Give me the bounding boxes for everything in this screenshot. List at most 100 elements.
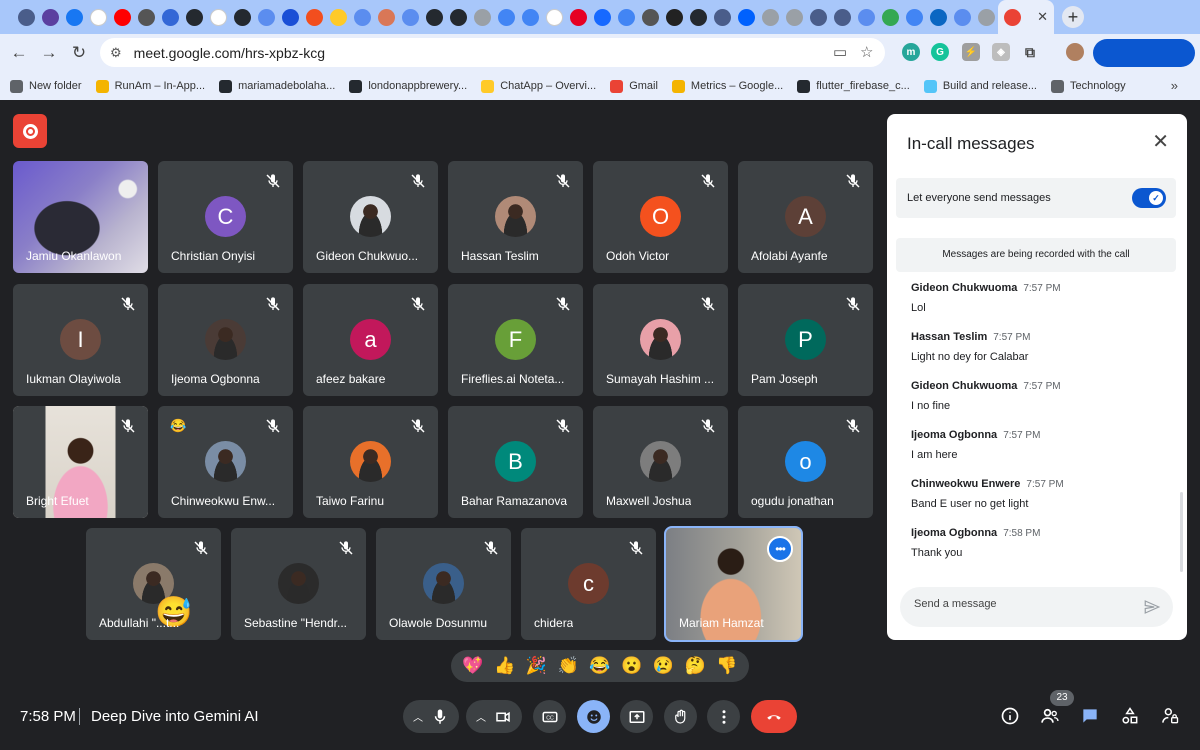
extension-flash-icon[interactable]: ⚡ [962,43,980,61]
bookmark-star-icon[interactable]: ☆ [860,43,873,61]
browser-tab[interactable] [446,0,470,34]
participant-tile[interactable]: A Afolabi Ayanfe [738,161,873,273]
reaction-button[interactable]: 💖 [462,656,483,676]
reaction-button[interactable]: 🤔 [685,656,706,676]
message-input[interactable] [914,598,1134,610]
bookmark-item[interactable]: mariamadebolaha... [219,79,335,93]
browser-tab[interactable] [350,0,374,34]
reaction-button[interactable]: 👏 [558,656,579,676]
more-horiz-icon[interactable]: ••• [767,536,793,562]
browser-tab[interactable] [806,0,830,34]
reaction-button[interactable]: 👍 [494,656,515,676]
browser-tab[interactable] [830,0,854,34]
reaction-button[interactable]: 😢 [653,656,674,676]
browser-tab[interactable] [86,0,110,34]
send-icon[interactable] [1143,598,1161,616]
meeting-details-button[interactable] [999,705,1021,727]
participant-tile[interactable]: ••• Mariam Hamzat [664,526,803,642]
browser-tab[interactable] [134,0,158,34]
participant-tile[interactable]: B Bahar Ramazanova [448,406,583,518]
participant-tile[interactable]: Taiwo Farinu [303,406,438,518]
participant-tile[interactable]: C Christian Onyisi [158,161,293,273]
camera-control[interactable]: ︿ [466,700,522,733]
reaction-button[interactable]: 🎉 [526,656,547,676]
browser-tab[interactable] [494,0,518,34]
participant-tile[interactable]: Ijeoma Ogbonna [158,284,293,396]
extension-m-icon[interactable]: m [902,43,920,61]
participant-tile[interactable]: Hassan Teslim [448,161,583,273]
participant-tile[interactable]: Jamiu Okanlawon [13,161,148,273]
browser-tab[interactable] [542,0,566,34]
bookmark-item[interactable]: Metrics – Google... [671,79,783,93]
browser-tab[interactable] [566,0,590,34]
leave-call-button[interactable] [751,700,797,733]
activities-button[interactable] [1119,705,1141,727]
participant-tile[interactable]: Sebastine "Hendr... [231,528,366,640]
participant-tile[interactable]: c chidera [521,528,656,640]
profile-avatar[interactable] [1066,43,1084,61]
extension-shield-icon[interactable]: ◈ [992,43,1010,61]
camera-icon[interactable]: ▭ [833,43,847,61]
participant-tile[interactable]: a afeez bakare [303,284,438,396]
browser-tab[interactable] [758,0,782,34]
browser-tab[interactable] [230,0,254,34]
browser-tab[interactable] [422,0,446,34]
browser-tab[interactable] [374,0,398,34]
participant-tile[interactable]: 😂 Chinweokwu Enw... [158,406,293,518]
browser-tab[interactable] [686,0,710,34]
chat-button[interactable] [1079,705,1101,727]
bookmark-item[interactable]: New folder [10,79,82,93]
site-info-icon[interactable]: ⚙ [110,45,122,61]
reload-button[interactable]: ↻ [64,43,94,63]
browser-tab[interactable] [854,0,878,34]
extensions-puzzle-icon[interactable]: ⧉ [1021,43,1039,61]
browser-tab[interactable] [62,0,86,34]
present-screen-button[interactable] [620,700,653,733]
back-button[interactable]: ← [4,43,34,63]
chevron-up-icon[interactable]: ︿ [413,709,423,724]
participant-tile[interactable]: Maxwell Joshua [593,406,728,518]
browser-tab[interactable]: ✕ [998,0,1054,34]
captions-button[interactable]: CC [533,700,566,733]
more-options-button[interactable] [707,700,740,733]
browser-tab[interactable] [974,0,998,34]
browser-tab[interactable] [782,0,806,34]
browser-tab[interactable] [254,0,278,34]
bookmark-item[interactable]: Technology [1050,79,1126,93]
host-controls-button[interactable] [1159,705,1181,727]
participant-tile[interactable]: Olawole Dosunmu [376,528,511,640]
recording-indicator[interactable] [13,114,47,148]
extension-grammarly-icon[interactable]: G [931,43,949,61]
browser-tab[interactable] [926,0,950,34]
profile-menu-button[interactable] [1093,39,1195,67]
chevron-up-icon[interactable]: ︿ [476,709,486,724]
browser-tab[interactable] [734,0,758,34]
browser-tab[interactable] [326,0,350,34]
browser-tab[interactable] [278,0,302,34]
browser-tab[interactable] [590,0,614,34]
browser-tab[interactable] [110,0,134,34]
people-button[interactable] [1039,705,1061,727]
browser-tab[interactable] [158,0,182,34]
participant-tile[interactable]: O Odoh Victor [593,161,728,273]
close-panel-button[interactable]: ✕ [1152,132,1169,152]
address-bar[interactable]: ⚙ meet.google.com/hrs-xpbz-kcg ▭ ☆ [100,38,885,67]
forward-button[interactable]: → [34,43,64,63]
browser-tab[interactable] [950,0,974,34]
participant-tile[interactable]: o ogudu jonathan [738,406,873,518]
send-messages-toggle[interactable]: ✓ [1132,188,1166,208]
bookmark-item[interactable]: flutter_firebase_c... [797,79,910,93]
bookmark-item[interactable]: RunAm – In-App... [95,79,205,93]
bookmarks-more-button[interactable]: » [1171,78,1178,93]
close-tab-icon[interactable]: ✕ [1037,9,1048,25]
raise-hand-button[interactable] [664,700,697,733]
new-tab-button[interactable]: + [1062,6,1084,28]
participant-tile[interactable]: I Iukman Olayiwola [13,284,148,396]
bookmark-item[interactable]: Gmail [610,79,658,93]
browser-tab[interactable] [662,0,686,34]
participant-tile[interactable]: Gideon Chukwuo... [303,161,438,273]
participant-tile[interactable]: 😅 Abdullahi "...t... [86,528,221,640]
browser-tab[interactable] [902,0,926,34]
participant-tile[interactable]: F Fireflies.ai Noteta... [448,284,583,396]
browser-tab[interactable] [878,0,902,34]
